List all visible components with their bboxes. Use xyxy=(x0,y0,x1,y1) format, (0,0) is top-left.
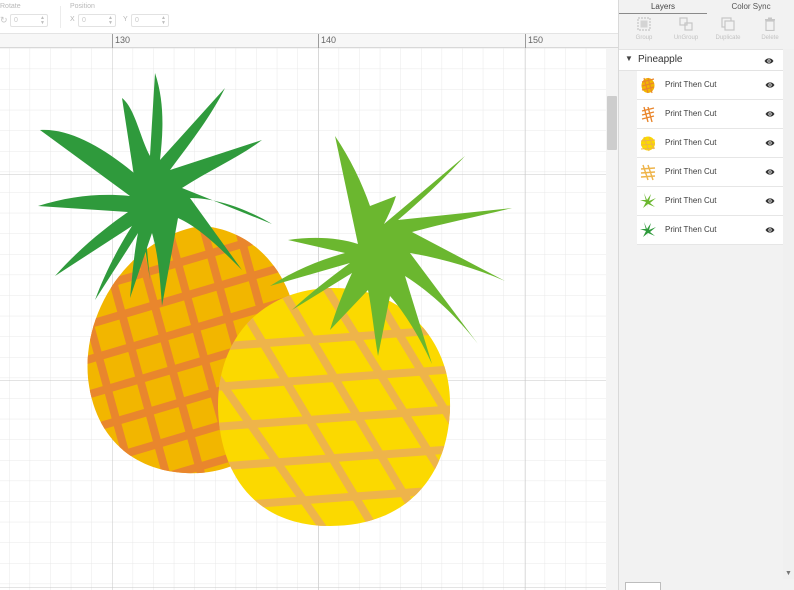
orange-pineapple-body-thumbnail xyxy=(641,77,655,94)
ruler-label-130: 130 xyxy=(115,35,131,45)
layer-item[interactable]: Print Then Cut xyxy=(637,187,783,216)
rotate-icon: ↻ xyxy=(0,15,8,25)
eye-icon[interactable] xyxy=(765,138,775,148)
yellow-pineapple-body-thumbnail xyxy=(640,136,656,152)
duplicate-button[interactable]: Duplicate xyxy=(708,16,748,48)
tab-layers[interactable]: Layers xyxy=(619,0,707,14)
toolbar-divider xyxy=(60,6,61,28)
horizontal-ruler: 130 140 150 xyxy=(0,34,618,48)
ruler-tick xyxy=(112,34,113,48)
ungroup-button[interactable]: UnGroup xyxy=(666,16,706,48)
eye-icon[interactable] xyxy=(764,56,774,66)
x-spinner[interactable]: ▲ ▼ xyxy=(108,16,113,26)
ruler-label-150: 150 xyxy=(528,35,544,45)
eye-icon[interactable] xyxy=(765,80,775,90)
collapse-caret-icon[interactable]: ▼ xyxy=(625,54,633,63)
x-label: X xyxy=(70,16,75,23)
design-canvas[interactable] xyxy=(0,48,606,590)
layer-group-name: Pineapple xyxy=(638,54,683,65)
eye-icon[interactable] xyxy=(765,167,775,177)
ruler-label-140: 140 xyxy=(321,35,337,45)
position-y-input[interactable]: 0 ▲ ▼ xyxy=(131,14,169,27)
orange-lattice-thumbnail xyxy=(641,106,655,123)
scroll-down-arrow-icon[interactable]: ▼ xyxy=(785,570,792,577)
y-label: Y xyxy=(123,16,128,23)
light-green-leaves-thumbnail xyxy=(640,193,656,209)
group-icon xyxy=(624,16,664,32)
y-spinner[interactable]: ▲ ▼ xyxy=(161,16,166,26)
dark-green-leaves-thumbnail xyxy=(640,222,656,238)
layer-list: Print Then Cut Print Then Cut Print Then… xyxy=(637,71,783,245)
layer-actions: Group UnGroup Duplicate Delete xyxy=(619,14,794,48)
panel-bottom-control[interactable] xyxy=(625,582,661,590)
position-x-input[interactable]: 0 ▲ ▼ xyxy=(78,14,116,27)
yellow-lattice-thumbnail xyxy=(640,164,656,181)
delete-button[interactable]: Delete xyxy=(750,16,790,48)
layer-item[interactable]: Print Then Cut xyxy=(637,71,783,100)
layer-group-pineapple[interactable]: ▼ Pineapple xyxy=(619,49,783,71)
eye-icon[interactable] xyxy=(765,109,775,119)
layer-item[interactable]: Print Then Cut xyxy=(637,100,783,129)
eye-icon[interactable] xyxy=(765,225,775,235)
canvas-vertical-scrollbar[interactable] xyxy=(606,48,618,590)
ruler-tick xyxy=(318,34,319,48)
panel-tabs: Layers Color Sync xyxy=(619,0,794,14)
duplicate-icon xyxy=(708,16,748,32)
eye-icon[interactable] xyxy=(765,196,775,206)
rotate-label: Rotate xyxy=(0,3,21,10)
group-button[interactable]: Group xyxy=(624,16,664,48)
edit-toolbar: Rotate ↻ 0 ▲ ▼ Position X 0 ▲ ▼ Y 0 ▲ ▼ xyxy=(0,0,618,34)
layer-item[interactable]: Print Then Cut xyxy=(637,216,783,245)
layer-item[interactable]: Print Then Cut xyxy=(637,129,783,158)
layers-panel: Layers Color Sync Group UnGroup Duplicat… xyxy=(618,0,794,590)
rotate-input[interactable]: 0 ▲ ▼ xyxy=(10,14,48,27)
position-label: Position xyxy=(70,3,95,10)
layers-scrollbar[interactable]: ▼ xyxy=(783,49,794,579)
ungroup-icon xyxy=(666,16,706,32)
canvas-drawing xyxy=(0,48,606,590)
rotate-spinner[interactable]: ▲ ▼ xyxy=(40,16,45,26)
layer-item[interactable]: Print Then Cut xyxy=(637,158,783,187)
delete-icon xyxy=(750,16,790,32)
tab-color-sync[interactable]: Color Sync xyxy=(707,0,794,14)
canvas-scroll-thumb[interactable] xyxy=(607,96,617,150)
ruler-tick xyxy=(525,34,526,48)
